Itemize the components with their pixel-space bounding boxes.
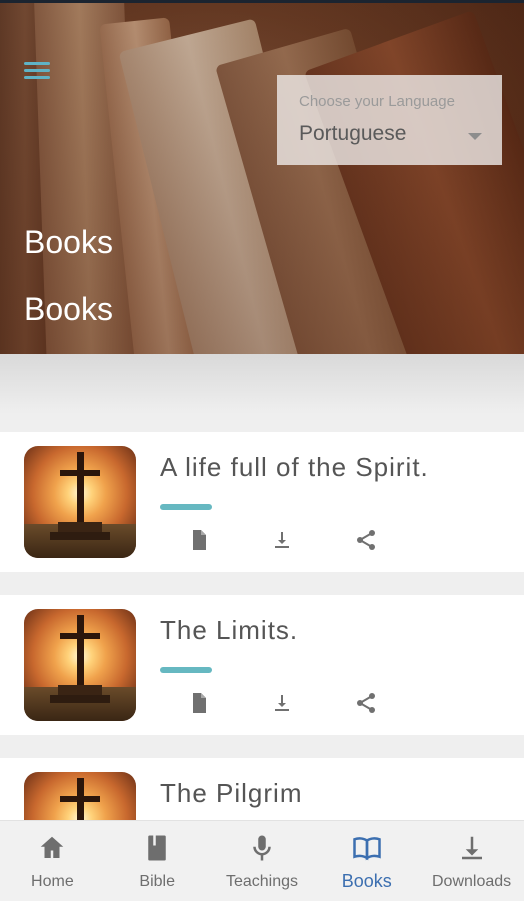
open-book-icon: [353, 837, 381, 861]
nav-label: Downloads: [432, 873, 512, 890]
title-underline: [160, 667, 212, 673]
header-shadow: [0, 354, 524, 414]
nav-label: Home: [31, 873, 74, 890]
download-icon: [461, 836, 482, 860]
book-title: A life full of the Spirit.: [160, 452, 429, 482]
download-icon[interactable]: [270, 528, 294, 552]
bible-icon: [148, 835, 166, 861]
share-icon[interactable]: [354, 528, 378, 552]
dropdown-caret-icon: [468, 133, 482, 140]
nav-label: Books: [341, 871, 392, 891]
bottom-navigation: Home Bible Teachings Books Downloads: [0, 820, 524, 901]
language-select[interactable]: Choose your Language Portuguese: [277, 75, 502, 165]
book-title: The Pilgrim: [160, 778, 303, 808]
language-select-label: Choose your Language: [299, 93, 455, 110]
book-list-item[interactable]: A life full of the Spirit.: [0, 432, 524, 572]
page-title: Books: [24, 224, 113, 260]
nav-item-bible[interactable]: Bible: [105, 821, 210, 901]
book-list-item[interactable]: The Limits.: [0, 595, 524, 735]
share-icon[interactable]: [354, 691, 378, 715]
title-underline: [160, 504, 212, 510]
download-icon[interactable]: [270, 691, 294, 715]
cross-cover-image: [24, 446, 136, 558]
microphone-icon: [253, 835, 271, 861]
nav-item-downloads[interactable]: Downloads: [419, 821, 524, 901]
book-title: The Limits.: [160, 615, 299, 645]
hamburger-menu-icon[interactable]: [22, 60, 52, 82]
home-icon: [41, 836, 64, 858]
document-icon[interactable]: [187, 528, 211, 552]
cross-cover-image: [24, 609, 136, 721]
nav-label: Bible: [139, 873, 175, 890]
nav-item-home[interactable]: Home: [0, 821, 105, 901]
nav-item-books[interactable]: Books: [314, 821, 419, 901]
language-select-value: Portuguese: [299, 122, 407, 145]
page-subtitle: Books: [24, 291, 113, 327]
nav-label: Teachings: [225, 873, 299, 890]
document-icon[interactable]: [187, 691, 211, 715]
status-bar-strip: [0, 0, 524, 3]
nav-item-teachings[interactable]: Teachings: [210, 821, 315, 901]
